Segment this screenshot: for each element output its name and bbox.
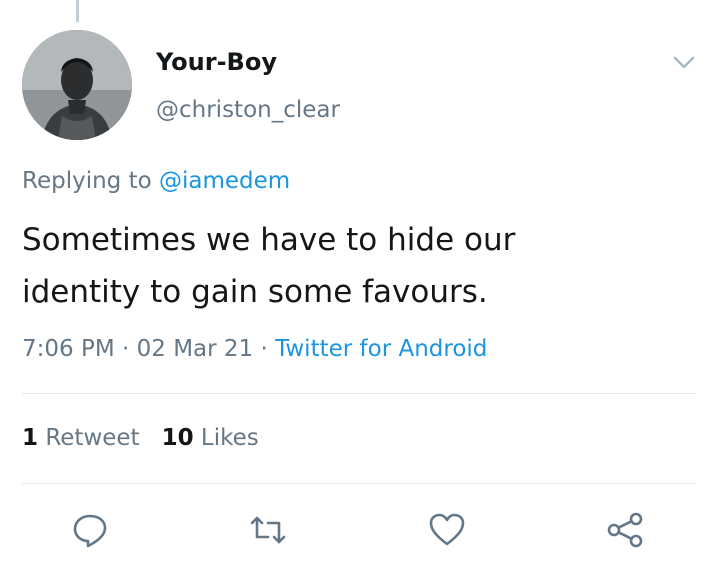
retweet-icon[interactable] — [248, 510, 288, 550]
reply-icon[interactable] — [70, 510, 110, 550]
tweet-time[interactable]: 7:06 PM — [22, 336, 115, 362]
meta-separator: · — [122, 336, 130, 362]
tweet-date[interactable]: 02 Mar 21 — [137, 336, 254, 362]
avatar[interactable] — [22, 30, 132, 140]
replying-to-mention[interactable]: @iamedem — [159, 168, 290, 194]
avatar-image — [22, 30, 132, 140]
tweet-source-link[interactable]: Twitter for Android — [275, 336, 487, 362]
meta-separator: · — [260, 336, 268, 362]
replying-prefix: Replying to — [22, 168, 152, 194]
likes-stat[interactable]: 10 Likes — [162, 425, 259, 451]
likes-count: 10 — [161, 425, 194, 451]
retweets-label: Retweet — [45, 425, 140, 451]
divider — [22, 393, 696, 394]
retweets-count: 1 — [22, 425, 39, 451]
replying-to-line: Replying to @iamedem — [22, 168, 290, 194]
like-icon[interactable] — [427, 510, 467, 550]
engagement-stats: 1 Retweet 10 Likes — [22, 425, 259, 451]
tweet-text-line: identity to gain some favours. — [22, 274, 488, 310]
tweet-text: Sometimes we have to hide our identity t… — [22, 214, 692, 318]
tweet-metadata: 7:06 PM · 02 Mar 21 · Twitter for Androi… — [22, 336, 487, 362]
chevron-down-icon[interactable] — [666, 44, 702, 80]
share-icon[interactable] — [605, 510, 645, 550]
tweet-text-line: Sometimes we have to hide our — [22, 222, 516, 258]
likes-label: Likes — [200, 425, 259, 451]
divider — [22, 483, 696, 484]
author-display-name[interactable]: Your-Boy — [156, 48, 277, 76]
thread-connector-line — [76, 0, 79, 22]
author-handle[interactable]: @christon_clear — [156, 97, 340, 123]
retweets-stat[interactable]: 1 Retweet — [22, 425, 140, 451]
